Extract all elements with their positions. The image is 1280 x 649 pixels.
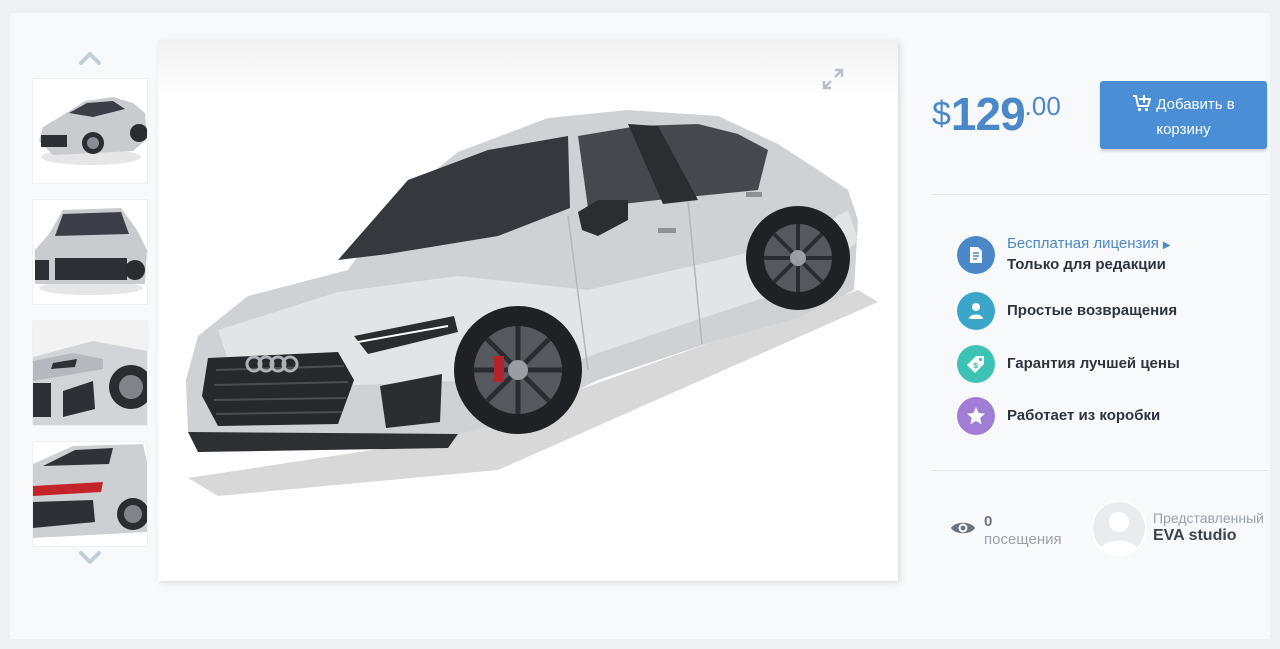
price-currency: $ xyxy=(932,95,951,133)
feature-title-license: Только для редакции xyxy=(1007,256,1166,273)
product-price: $129.00 xyxy=(932,87,1061,141)
thumbnail-strip xyxy=(32,43,148,573)
eye-icon xyxy=(950,519,976,542)
cart-button-label-1: Добавить в xyxy=(1156,96,1235,113)
feature-title-out-of-box: Работает из коробки xyxy=(1007,407,1161,424)
svg-text:$: $ xyxy=(973,361,979,370)
expand-icon[interactable] xyxy=(822,68,844,90)
star-icon xyxy=(957,397,995,435)
free-license-label: Бесплатная лицензия xyxy=(1007,235,1159,252)
feature-title-returns: Простые возвращения xyxy=(1007,302,1178,319)
visits-count: 0 xyxy=(984,513,993,530)
price-integer: 129 xyxy=(950,88,1026,140)
add-to-cart-button[interactable]: Добавить в корзину xyxy=(1100,81,1267,149)
cart-button-label-2: корзину xyxy=(1156,121,1211,138)
triangle-right-icon: ▶ xyxy=(1162,240,1171,251)
thumbnail-1[interactable] xyxy=(32,78,148,184)
visits-label: посещения xyxy=(984,531,1062,548)
document-icon xyxy=(957,236,995,274)
thumbnails-down-arrow-icon[interactable] xyxy=(78,549,102,567)
price-decimal: .00 xyxy=(1024,91,1061,121)
thumbnail-2[interactable] xyxy=(32,199,148,305)
thumbnails-up-arrow-icon[interactable] xyxy=(78,49,102,67)
main-product-image[interactable] xyxy=(158,40,898,581)
free-license-link[interactable]: Бесплатная лицензия ▶ xyxy=(1007,235,1171,252)
cart-plus-icon xyxy=(1132,94,1152,119)
car-illustration xyxy=(186,110,878,496)
price-tag-icon: $ xyxy=(957,345,995,383)
author-avatar[interactable] xyxy=(1093,502,1145,554)
user-return-icon xyxy=(957,292,995,330)
feature-title-best-price: Гарантия лучшей цены xyxy=(1007,355,1180,372)
author-presented-label: Представленный xyxy=(1153,510,1264,526)
thumbnail-3[interactable] xyxy=(32,320,148,426)
thumbnail-4[interactable] xyxy=(32,441,148,547)
product-card: $129.00 Добавить в корзину Бесплатная ли… xyxy=(10,13,1270,639)
author-name-link[interactable]: EVA studio xyxy=(1153,527,1237,545)
divider-top xyxy=(932,194,1268,195)
divider-bottom xyxy=(932,470,1268,471)
